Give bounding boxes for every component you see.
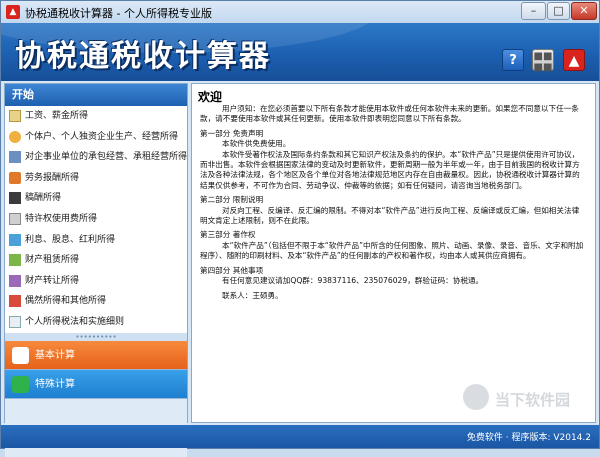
section-heading: 第二部分 限制说明 xyxy=(200,195,264,205)
person-icon xyxy=(9,130,21,143)
sidebar-item-property-lease[interactable]: 财产租赁所得 xyxy=(5,250,187,271)
sidebar-item-wages[interactable]: 工资、薪金所得 xyxy=(5,106,187,127)
app-header: 协税通税收计算器 ? ■■ ■■ ▲ xyxy=(1,23,599,81)
app-title: 协税通税收计算器 xyxy=(15,39,271,74)
section-line: 本软件受著作权法及国际条约条款和其它知识产权法及条约的保护。本“软件产品”只是提… xyxy=(200,149,580,190)
window-title: 协税通税收计算器 - 个人所得税专业版 xyxy=(25,7,212,20)
category-label: 特殊计算 xyxy=(35,378,75,390)
app-logo-icon: ▲ xyxy=(6,5,20,19)
intro-paragraph: 用户须知：在您必须首要以下所有条款才能使用本软件或任何本软件未来的更新。如果您不… xyxy=(200,104,579,124)
category-basic-calc[interactable]: 基本计算 xyxy=(5,340,187,370)
chance-icon xyxy=(9,295,21,308)
sidebar-item-individual-business[interactable]: 个体户、个人独资企业生产、经营所得 xyxy=(5,127,187,148)
law-icon xyxy=(9,315,21,328)
section-heading: 第三部分 著作权 xyxy=(200,230,256,240)
section-line: 有任何意见建议请加QQ群：93837116、235076029，群验证码：协税通… xyxy=(222,276,484,286)
briefcase-icon xyxy=(9,171,21,184)
list-icon xyxy=(12,375,29,393)
sidebar-item-franchise[interactable]: 特许权使用费所得 xyxy=(5,209,187,230)
version-text: 免费软件 · 程序版本: V2014.2 xyxy=(466,433,591,443)
sidebar-start-header: 开始 xyxy=(5,84,187,106)
sidebar-item-label: 工资、薪金所得 xyxy=(25,111,89,121)
sidebar-item-label: 特许权使用费所得 xyxy=(25,213,98,224)
building-icon xyxy=(9,151,21,164)
app-window: ▲ 协税通税收计算器 - 个人所得税专业版 – □ ✕ 协税通税收计算器 ? ■… xyxy=(0,0,600,457)
sidebar-item-interest[interactable]: 利息、股息、红利所得 xyxy=(5,230,187,251)
category-label: 基本计算 xyxy=(35,349,75,361)
section-line: 本软件供免费使用。 xyxy=(222,139,291,149)
watermark-text: 当下软件园 xyxy=(495,391,571,409)
welcome-panel: 欢迎 用户须知：在您必须首要以下所有条款才能使用本软件或任何本软件未来的更新。如… xyxy=(191,83,596,423)
category-special-calc[interactable]: 特殊计算 xyxy=(5,369,187,399)
income-type-menu: 工资、薪金所得 个体户、个人独资企业生产、经营所得 对企事业单位的承包经营、承租… xyxy=(5,106,187,333)
sidebar-item-label: 劳务报酬所得 xyxy=(25,172,80,183)
calculator-icon[interactable]: ■■ ■■ xyxy=(532,49,554,73)
sidebar-item-contract-lease[interactable]: 对企事业单位的承包经营、承租经营所得 xyxy=(5,147,187,168)
manuscript-icon xyxy=(9,192,21,205)
watermark-logo-icon xyxy=(463,384,489,410)
sidebar-item-label: 稿酬所得 xyxy=(25,193,62,204)
sidebar-item-royalty[interactable]: 稿酬所得 xyxy=(5,188,187,209)
document-icon xyxy=(9,110,21,122)
sidebar-item-chance[interactable]: 偶然所得和其他所得 xyxy=(5,291,187,312)
section-heading: 第一部分 免责声明 xyxy=(200,128,264,138)
sidebar-item-label: 财产转让所得 xyxy=(25,275,80,286)
sidebar-item-property-transfer[interactable]: 财产转让所得 xyxy=(5,271,187,292)
sidebar: 开始 工资、薪金所得 个体户、个人独资企业生产、经营所得 对企事业单位的承包经营… xyxy=(4,83,188,457)
sidebar-item-label: 对企事业单位的承包经营、承租经营所得 xyxy=(25,152,187,163)
lease-icon xyxy=(9,254,21,267)
license-icon xyxy=(9,212,21,225)
maximize-button[interactable]: □ xyxy=(547,2,570,20)
help-icon[interactable]: ? xyxy=(502,49,524,71)
transfer-icon xyxy=(9,274,21,287)
sidebar-item-label: 偶然所得和其他所得 xyxy=(25,296,107,307)
splitter-grip[interactable]: •••••••••• xyxy=(5,332,187,341)
sidebar-item-label: 财产租赁所得 xyxy=(25,255,80,266)
close-button[interactable]: ✕ xyxy=(571,2,597,20)
status-bar: 免费软件 · 程序版本: V2014.2 xyxy=(1,425,599,448)
contact-line: 联系人：王硕勇。 xyxy=(222,290,283,300)
sidebar-item-label: 个体户、个人独资企业生产、经营所得 xyxy=(25,131,179,142)
watermark: 当下软件园 xyxy=(457,382,587,416)
welcome-text: 用户须知：在您必须首要以下所有条款才能使用本软件或任何本软件未来的更新。如果您不… xyxy=(200,104,585,301)
sidebar-item-label: 个人所得税法和实施细则 xyxy=(25,316,125,327)
section-line: 对反向工程、反编译、反汇编的限制。不得对本“软件产品”进行反向工程、反编译或反汇… xyxy=(200,205,580,226)
interest-icon xyxy=(9,233,21,246)
sidebar-item-law[interactable]: 个人所得税法和实施细则 xyxy=(5,312,187,333)
minimize-button[interactable]: – xyxy=(521,2,546,20)
welcome-title: 欢迎 xyxy=(198,90,223,104)
sidebar-item-labor[interactable]: 劳务报酬所得 xyxy=(5,168,187,189)
section-heading: 第四部分 其他事项 xyxy=(200,265,264,275)
sidebar-item-label: 利息、股息、红利所得 xyxy=(25,234,116,245)
title-bar[interactable]: ▲ 协税通税收计算器 - 个人所得税专业版 – □ ✕ xyxy=(1,1,599,23)
section-line: 本“软件产品”（包括但不限于本“软件产品”中所含的任何图象、照片、动画、录像、录… xyxy=(200,240,584,261)
puzzle-icon xyxy=(12,346,29,364)
brand-logo-icon[interactable]: ▲ xyxy=(563,49,585,71)
